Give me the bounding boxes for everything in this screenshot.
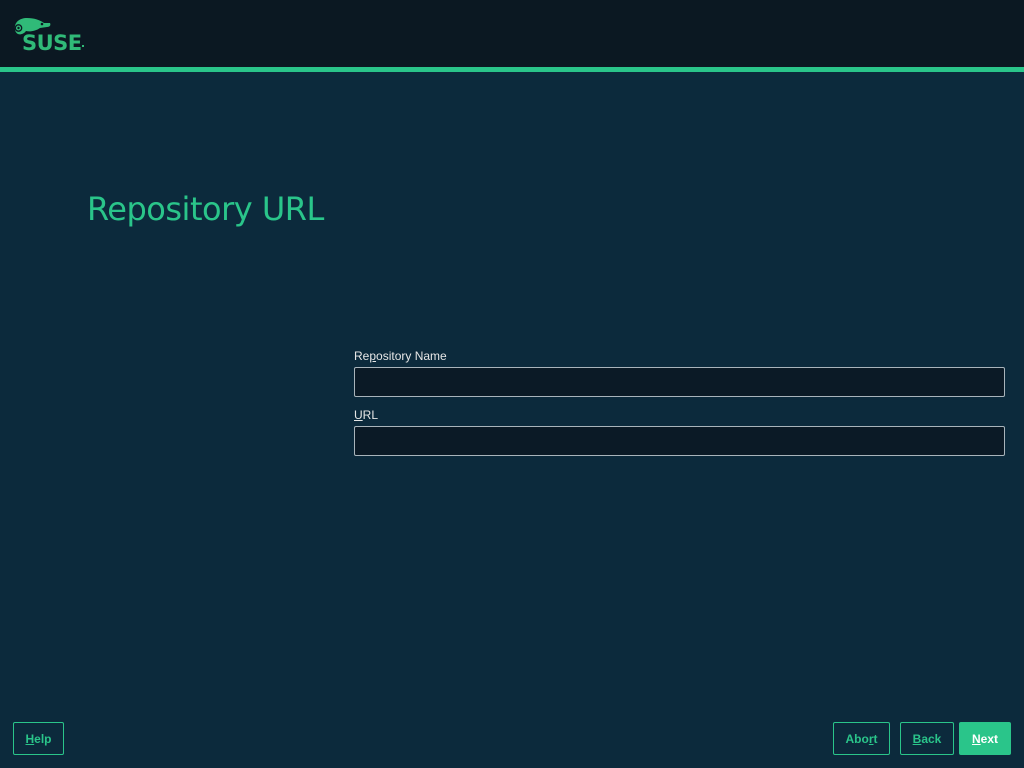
label-mnemonic: U xyxy=(354,408,363,422)
button-mnemonic: H xyxy=(25,731,35,746)
button-mnemonic: N xyxy=(971,731,981,746)
button-label: ext xyxy=(980,731,998,746)
top-bar: SUSE xyxy=(0,0,1024,67)
button-label: elp xyxy=(34,731,52,746)
back-button[interactable]: Back xyxy=(900,722,954,755)
suse-logo: SUSE xyxy=(12,15,92,57)
help-button[interactable]: Help xyxy=(13,722,64,755)
url-label: URL xyxy=(354,408,378,422)
button-mnemonic: B xyxy=(912,731,922,746)
label-text: ository Name xyxy=(376,349,447,363)
label-text: RL xyxy=(362,408,379,422)
brand-name: SUSE xyxy=(22,31,82,55)
button-label: ack xyxy=(921,731,942,746)
label-text: Re xyxy=(354,349,370,363)
url-input[interactable] xyxy=(354,426,1005,456)
button-label: Abo xyxy=(845,731,869,746)
abort-button[interactable]: Abo r t xyxy=(833,722,890,755)
button-label: t xyxy=(873,731,878,746)
page-title: Repository URL xyxy=(87,190,324,228)
repository-name-label: Repository Name xyxy=(354,349,447,363)
logo-dot xyxy=(82,45,84,47)
repository-name-input[interactable] xyxy=(354,367,1005,397)
next-button[interactable]: Next xyxy=(959,722,1011,755)
header-accent-line xyxy=(0,67,1024,72)
